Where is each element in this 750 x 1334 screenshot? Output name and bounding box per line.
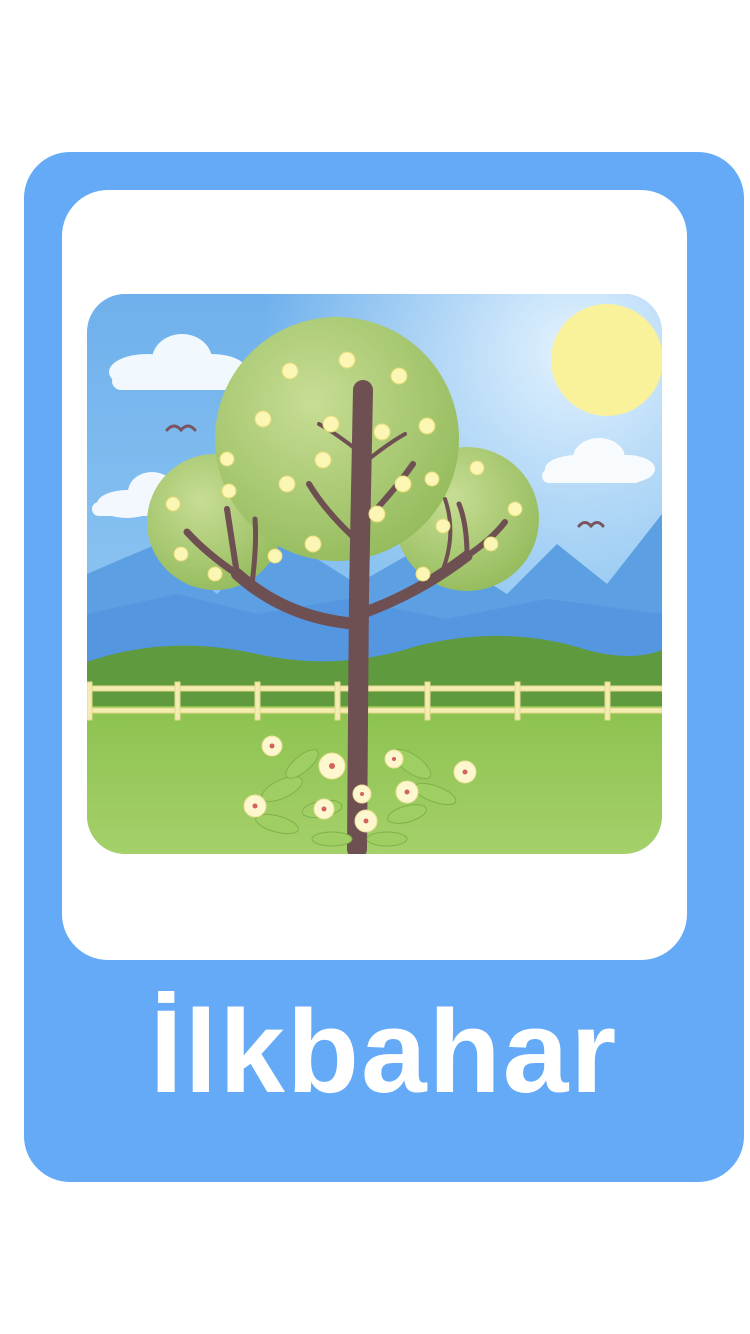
page: İlkbahar bbox=[0, 0, 750, 1334]
card-title: İlkbahar bbox=[149, 986, 619, 1118]
flashcard[interactable]: İlkbahar bbox=[24, 152, 744, 1182]
grass-field bbox=[87, 706, 662, 854]
illustration-panel bbox=[62, 190, 687, 960]
spring-illustration bbox=[87, 294, 662, 854]
sun-icon bbox=[551, 304, 662, 416]
